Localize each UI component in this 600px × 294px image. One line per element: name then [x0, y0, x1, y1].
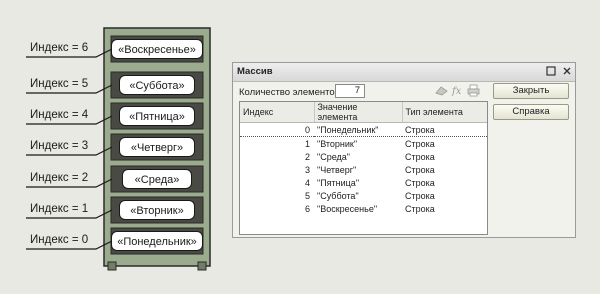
help-button[interactable]: Справка	[493, 104, 569, 120]
index-label: Индекс = 2	[30, 172, 89, 184]
cell-index: 2	[304, 151, 310, 162]
dialog-titlebar: Массив	[233, 63, 575, 82]
table-row[interactable]: 4 "Пятница" Строка	[240, 176, 487, 189]
maximize-icon[interactable]	[545, 66, 557, 78]
close-icon[interactable]	[561, 66, 573, 78]
table-row[interactable]: 3 "Четверг" Строка	[240, 163, 487, 176]
array-element-chip: «Пятница»	[119, 106, 195, 126]
cell-value: "Вторник"	[317, 138, 358, 149]
array-element-chip: «Суббота»	[119, 75, 195, 95]
table-row[interactable]: 6 "Воскресенье" Строка	[240, 202, 487, 215]
dialog-title: Массив	[237, 66, 273, 77]
element-count-label: Количество элементов:	[239, 87, 343, 98]
index-label: Индекс = 1	[30, 203, 89, 215]
column-header-value[interactable]: Значение элемента	[314, 102, 403, 123]
index-label: Индекс = 4	[30, 109, 89, 121]
table-row[interactable]: 0 "Понедельник" Строка	[240, 122, 487, 137]
element-count-field[interactable]: 7	[335, 84, 365, 98]
cell-index: 5	[304, 190, 310, 201]
cell-value: "Четверг"	[317, 164, 357, 175]
cell-type: Строка	[405, 151, 435, 162]
array-element-chip: «Четверг»	[119, 137, 195, 157]
cell-index: 1	[304, 138, 310, 149]
cell-value: "Среда"	[317, 151, 350, 162]
cell-value: "Суббота"	[317, 190, 359, 201]
printer-icon[interactable]	[467, 84, 480, 97]
svg-text:fx: fx	[451, 86, 462, 97]
cell-type: Строка	[402, 122, 487, 137]
cell-type: Строка	[405, 190, 435, 201]
index-label: Индекс = 5	[30, 78, 89, 90]
close-button[interactable]: Закрыть	[493, 83, 569, 99]
cell-type: Строка	[405, 177, 435, 188]
hat-icon[interactable]	[435, 84, 448, 97]
array-element-chip: «Среда»	[122, 169, 192, 189]
array-element-chip: «Понедельник»	[111, 231, 203, 251]
index-label: Индекс = 0	[30, 234, 89, 246]
array-dialog-window: Массив Количество элементов: 7 fx Индекс…	[232, 62, 576, 238]
table-row[interactable]: 1 "Вторник" Строка	[240, 137, 487, 151]
cell-type: Строка	[405, 138, 435, 149]
table-row[interactable]: 2 "Среда" Строка	[240, 150, 487, 163]
array-values-table[interactable]: Индекс Значение элемента Тип элемента 0 "…	[239, 101, 488, 235]
cell-index: 3	[304, 164, 310, 175]
index-label: Индекс = 3	[30, 140, 89, 152]
cell-index: 0	[240, 122, 314, 137]
column-header-type[interactable]: Тип элемента	[402, 102, 487, 123]
index-label: Индекс = 6	[30, 42, 89, 54]
table-row[interactable]: 5 "Суббота" Строка	[240, 189, 487, 202]
column-header-index[interactable]: Индекс	[240, 102, 315, 123]
function-icon[interactable]: fx	[451, 84, 464, 97]
shelf-leg-left	[107, 261, 117, 271]
array-element-chip: «Вторник»	[119, 200, 195, 220]
cell-type: Строка	[405, 203, 435, 214]
cell-value: "Пятница"	[317, 177, 360, 188]
cell-index: 4	[304, 177, 310, 188]
array-element-chip: «Воскресенье»	[111, 39, 203, 59]
cell-value: "Понедельник"	[314, 122, 402, 137]
cell-value: "Воскресенье"	[317, 203, 378, 214]
cell-index: 6	[304, 203, 310, 214]
shelf-leg-right	[197, 261, 207, 271]
table-header-row: Индекс Значение элемента Тип элемента	[240, 102, 487, 123]
cell-type: Строка	[405, 164, 435, 175]
array-illustration: Индекс = 6 Индекс = 5 Индекс = 4 Индекс = 3…	[0, 0, 230, 294]
